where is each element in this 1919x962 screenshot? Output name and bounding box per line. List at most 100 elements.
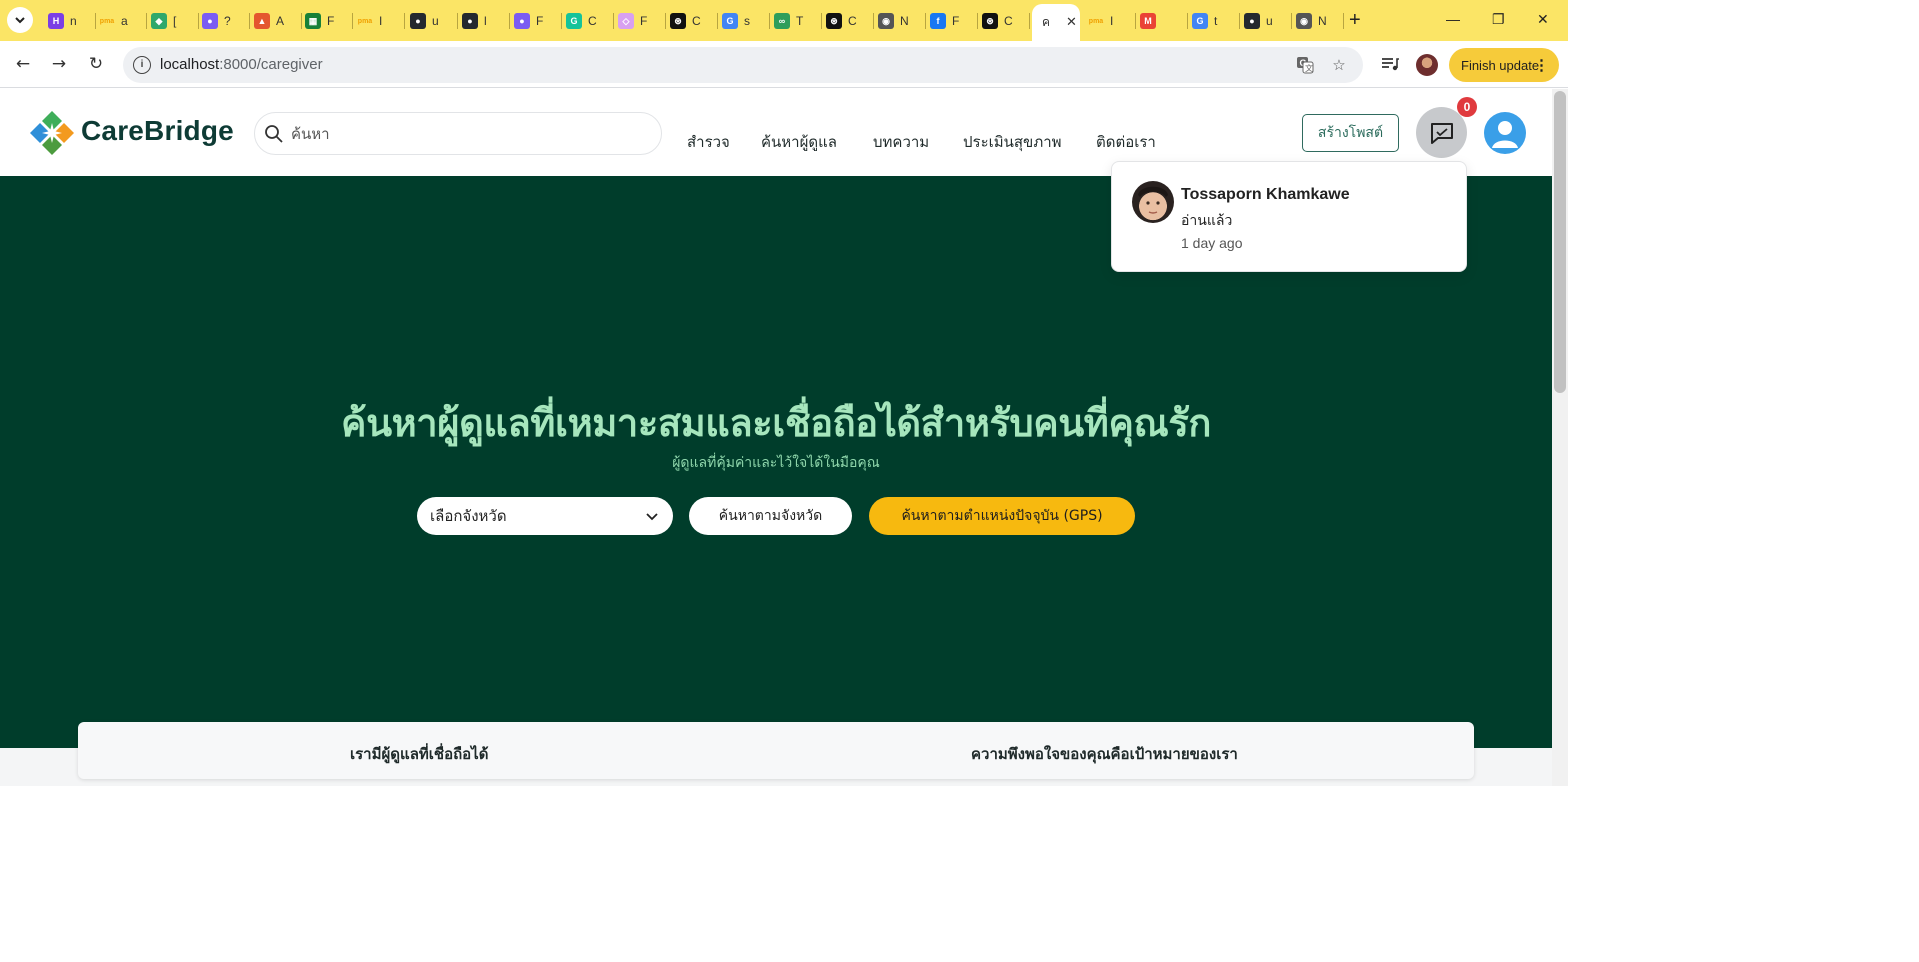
translate-icon[interactable]: G文 <box>1296 56 1314 74</box>
browser-tab[interactable]: M <box>1136 8 1188 34</box>
restore-icon[interactable]: ❐ <box>1492 11 1505 28</box>
browser-tab-title: C <box>588 14 597 28</box>
messages-button[interactable] <box>1416 107 1467 158</box>
browser-tab[interactable]: ∞ T <box>770 8 822 34</box>
browser-tab[interactable]: GC <box>562 8 614 34</box>
nav-health-assessment[interactable]: ประเมินสุขภาพ <box>963 130 1062 154</box>
close-window-icon[interactable]: ✕ <box>1537 11 1549 28</box>
browser-tab[interactable]: ⊛ C <box>822 8 874 34</box>
more-options-icon[interactable]: ⋮ <box>1534 56 1549 74</box>
browser-tab[interactable]: Gt <box>1188 8 1240 34</box>
browser-profile-avatar[interactable] <box>1416 54 1438 76</box>
notification-dropdown: Tossaporn Khamkawe อ่านแล้ว 1 day ago <box>1111 161 1467 272</box>
browser-tab[interactable]: ▦ F <box>301 8 353 34</box>
copilot-icon: ● <box>202 13 218 29</box>
message-count-badge: 0 <box>1457 97 1477 117</box>
browser-tab-strip: Hn pma a ◆[●? ▲ A ▦ Fpma I ● u ● l ● F G C ◇ F ⊛ C Gs ∞ T ⊛ C ◉ Nf F… <box>0 0 1568 41</box>
chatgpt-icon: ⊛ <box>826 13 842 29</box>
browser-tab-title: s <box>744 14 750 28</box>
nav-find-caregiver[interactable]: ค้นหาผู้ดูแล <box>761 130 837 154</box>
google-icon: G <box>1192 13 1208 29</box>
search-input[interactable] <box>291 123 651 145</box>
nav-contact[interactable]: ติดต่อเรา <box>1096 130 1156 154</box>
browser-tab[interactable]: ◉ N <box>874 8 926 34</box>
browser-tab[interactable]: ⊛ C <box>978 8 1030 34</box>
province-select-label: เลือกจังหวัด <box>430 507 507 525</box>
minimize-icon[interactable]: — <box>1446 11 1460 27</box>
browser-tab[interactable]: Hn <box>44 8 96 34</box>
browser-tab-title: N <box>900 14 909 28</box>
nav-articles[interactable]: บทความ <box>873 130 929 154</box>
browser-tab-title: n <box>70 14 77 28</box>
browser-tab[interactable]: pma a <box>95 8 147 34</box>
github-icon: ● <box>1244 13 1260 29</box>
svg-text:文: 文 <box>1305 63 1313 73</box>
page-scrollbar[interactable] <box>1552 89 1568 786</box>
browser-tab[interactable]: ◆[ <box>147 8 199 34</box>
forward-icon[interactable]: → <box>48 53 70 75</box>
finish-update-button[interactable]: Finish update ⋮ <box>1449 48 1559 82</box>
bookmark-star-icon[interactable]: ☆ <box>1330 56 1348 74</box>
chat-icon <box>1430 122 1453 144</box>
close-tab-icon[interactable]: ✕ <box>1066 15 1077 30</box>
browser-tab[interactable]: ⊛ C <box>666 8 718 34</box>
chrome-icon: ◉ <box>878 13 894 29</box>
diamond-icon: ◆ <box>151 13 167 29</box>
carebridge-logo-icon[interactable] <box>28 109 76 157</box>
create-post-button[interactable]: สร้างโพสต์ <box>1302 114 1399 152</box>
grammarly-icon: G <box>566 13 582 29</box>
github-icon: ● <box>462 13 478 29</box>
tab-search-button[interactable] <box>7 7 33 33</box>
browser-tab[interactable]: ●? <box>198 8 250 34</box>
address-bar[interactable]: i localhost:8000/caregiver G文 ☆ <box>123 47 1363 83</box>
search-by-gps-button[interactable]: ค้นหาตามตำแหน่งปัจจุบัน (GPS) <box>869 497 1135 535</box>
new-tab-button[interactable]: + <box>1349 10 1361 30</box>
browser-tab[interactable]: ● l <box>458 8 510 34</box>
browser-tab-active[interactable]: ค ✕ <box>1032 4 1080 41</box>
cube-icon: ◇ <box>618 13 634 29</box>
google-icon: G <box>722 13 738 29</box>
back-icon[interactable]: ← <box>12 53 34 75</box>
reload-icon[interactable]: ↻ <box>85 53 107 75</box>
feature-satisfaction-goal: ความพึงพอใจของคุณคือเป้าหมายของเรา <box>971 745 1238 763</box>
site-info-icon[interactable]: i <box>133 56 151 74</box>
pma-icon: pma <box>357 17 373 25</box>
browser-tab[interactable]: Gs <box>718 8 770 34</box>
feature-trusted-caregivers: เรามีผู้ดูแลที่เชื่อถือได้ <box>350 745 489 763</box>
browser-tab-title: F <box>952 14 960 28</box>
browser-tab[interactable]: pma I <box>353 8 405 34</box>
browser-tab[interactable]: ▲ A <box>250 8 302 34</box>
site-search[interactable] <box>254 112 662 155</box>
browser-tab[interactable]: fF <box>926 8 978 34</box>
browser-tab[interactable]: ● u <box>406 8 458 34</box>
browser-tab-title: T <box>796 14 804 28</box>
browser-tab-title: C <box>1004 14 1013 28</box>
page-viewport: CareBridge สำรวจ ค้นหาผู้ดูแล บทความ ประ… <box>0 89 1552 786</box>
search-by-province-button[interactable]: ค้นหาตามจังหวัด <box>689 497 852 535</box>
chatgpt-icon: ⊛ <box>670 13 686 29</box>
province-select[interactable]: เลือกจังหวัด <box>417 497 673 535</box>
scrollbar-thumb[interactable] <box>1554 91 1566 393</box>
browser-tab[interactable]: ● F <box>510 8 562 34</box>
user-avatar[interactable] <box>1484 112 1526 154</box>
browser-tab-title: F <box>536 14 544 28</box>
browser-tab-title: a <box>121 14 128 28</box>
browser-tab-title: C <box>692 14 701 28</box>
tab-separator <box>1029 13 1030 29</box>
browser-tab[interactable]: ● u <box>1240 8 1292 34</box>
nav-explore[interactable]: สำรวจ <box>687 130 730 154</box>
browser-tab[interactable]: ◇ F <box>614 8 666 34</box>
brand-name[interactable]: CareBridge <box>81 115 234 147</box>
browser-tab[interactable]: ◉ N <box>1292 8 1344 34</box>
browser-tab-title: t <box>1214 14 1218 28</box>
browser-tab-title: [ <box>173 14 177 28</box>
gmail-icon: M <box>1140 13 1156 29</box>
notification-sender[interactable]: Tossaporn Khamkawe <box>1181 186 1350 204</box>
browser-tab[interactable]: pma I <box>1084 8 1136 34</box>
url-text[interactable]: localhost:8000/caregiver <box>160 56 323 73</box>
tab-separator <box>1343 13 1344 29</box>
browser-tab-title: C <box>848 14 857 28</box>
media-queue-icon[interactable] <box>1379 53 1401 75</box>
browser-tab-title: l <box>484 14 487 28</box>
browser-tab-title: I <box>379 14 383 28</box>
